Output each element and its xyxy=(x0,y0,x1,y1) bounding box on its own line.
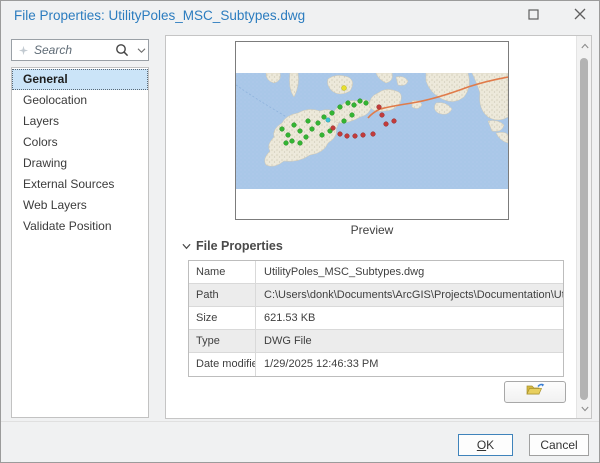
cancel-button[interactable]: Cancel xyxy=(529,434,589,456)
scroll-up-icon[interactable] xyxy=(577,38,592,53)
table-row: Type DWG File xyxy=(189,330,563,353)
table-row: Name UtilityPoles_MSC_Subtypes.dwg xyxy=(189,261,563,284)
map-preview-image xyxy=(236,73,508,189)
sidebar-item-external-sources[interactable]: External Sources xyxy=(12,174,148,195)
table-row: Size 621.53 KB xyxy=(189,307,563,330)
sidebar-list: GeneralGeolocationLayersColorsDrawingExt… xyxy=(11,67,149,418)
preview-box xyxy=(235,41,509,220)
scroll-down-icon[interactable] xyxy=(577,401,592,416)
section-title: File Properties xyxy=(196,239,283,253)
table-row: Path C:\Users\donk\Documents\ArcGIS\Proj… xyxy=(189,284,563,307)
sidebar-item-layers[interactable]: Layers xyxy=(12,111,148,132)
table-row: Date modified 1/29/2025 12:46:33 PM xyxy=(189,353,563,376)
dialog-footer: OK Cancel xyxy=(1,421,599,463)
vertical-scrollbar[interactable] xyxy=(576,36,591,418)
sidebar-item-drawing[interactable]: Drawing xyxy=(12,153,148,174)
sidebar-item-validate-position[interactable]: Validate Position xyxy=(12,216,148,237)
file-properties-section-header[interactable]: File Properties xyxy=(182,239,283,253)
close-icon xyxy=(574,7,586,25)
sidebar-item-geolocation[interactable]: Geolocation xyxy=(12,90,148,111)
maximize-icon xyxy=(528,7,539,25)
dialog-title: File Properties: UtilityPoles_MSC_Subtyp… xyxy=(14,8,305,23)
file-properties-table: Name UtilityPoles_MSC_Subtypes.dwg Path … xyxy=(188,260,564,377)
sidebar-item-general[interactable]: General xyxy=(12,69,148,90)
search-input[interactable] xyxy=(34,43,110,57)
open-folder-icon xyxy=(525,382,545,402)
preview-caption: Preview xyxy=(235,223,509,237)
sidebar-item-web-layers[interactable]: Web Layers xyxy=(12,195,148,216)
open-file-location-button[interactable] xyxy=(504,381,566,403)
title-bar: File Properties: UtilityPoles_MSC_Subtyp… xyxy=(1,1,599,31)
file-properties-dialog: File Properties: UtilityPoles_MSC_Subtyp… xyxy=(0,0,600,463)
content-panel: Preview File Properties Name UtilityPole… xyxy=(165,35,592,419)
search-dropdown-chevron-icon[interactable] xyxy=(134,47,148,54)
scrollbar-thumb[interactable] xyxy=(580,58,588,400)
collapse-chevron-icon xyxy=(182,239,191,253)
ok-button[interactable]: OK xyxy=(458,434,513,456)
sparkle-filter-icon xyxy=(12,45,34,56)
sidebar-item-colors[interactable]: Colors xyxy=(12,132,148,153)
search-box xyxy=(11,39,149,61)
maximize-button[interactable] xyxy=(518,5,548,27)
close-button[interactable] xyxy=(565,5,595,27)
search-icon[interactable] xyxy=(110,43,134,57)
